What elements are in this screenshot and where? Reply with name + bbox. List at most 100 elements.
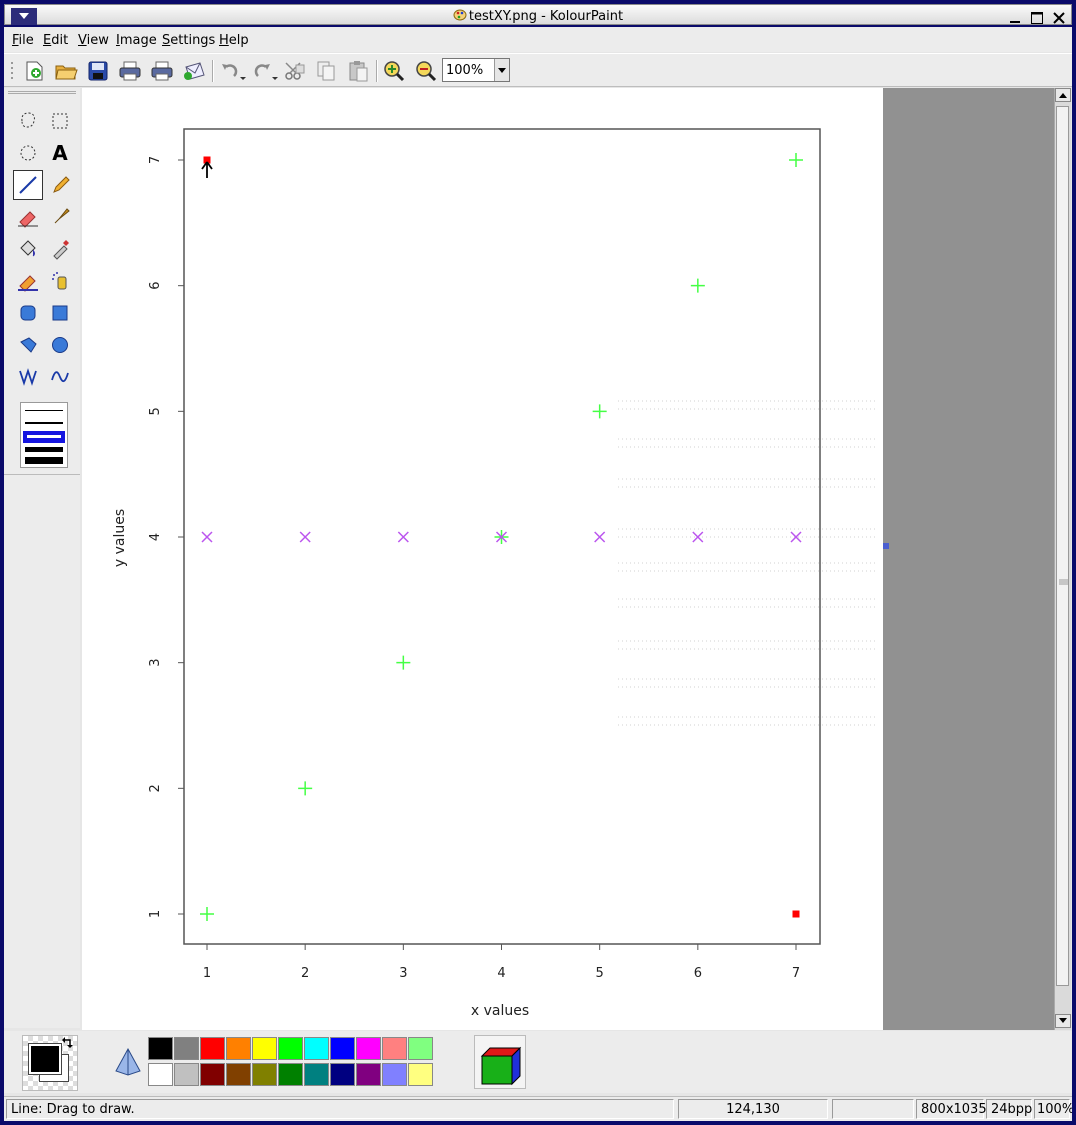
mail-button[interactable]: [182, 60, 206, 82]
status-coords: 124,130: [678, 1099, 828, 1119]
eraser-tool[interactable]: [13, 202, 43, 232]
toolbar-grip-icon[interactable]: [10, 60, 16, 82]
line-width-2[interactable]: [25, 422, 63, 424]
palette-swatch[interactable]: [200, 1063, 225, 1086]
plus-point: [298, 781, 313, 796]
x-point: [594, 531, 606, 543]
status-selection: [832, 1099, 914, 1119]
x-tick-label: 2: [301, 966, 309, 981]
pen-tool[interactable]: [45, 170, 75, 200]
menu-view[interactable]: View: [78, 33, 109, 48]
line-width-4[interactable]: [25, 447, 63, 452]
vertical-scrollbar[interactable]: [1054, 88, 1071, 1030]
palette-swatch[interactable]: [174, 1063, 199, 1086]
close-button[interactable]: [1051, 10, 1067, 26]
toolbar-separator: [212, 60, 214, 82]
menu-help[interactable]: Help: [219, 33, 249, 48]
palette-swatch[interactable]: [200, 1037, 225, 1060]
zoom-value[interactable]: 100%: [446, 63, 483, 78]
rounded-rect-tool[interactable]: [13, 298, 43, 328]
cut-button[interactable]: [282, 60, 306, 82]
print-button[interactable]: [118, 60, 142, 82]
rect-tool[interactable]: [45, 298, 75, 328]
palette-swatch[interactable]: [330, 1037, 355, 1060]
palette-swatch[interactable]: [304, 1037, 329, 1060]
line-width-3-selected[interactable]: [23, 431, 65, 443]
save-button[interactable]: [86, 60, 110, 82]
scroll-up-button[interactable]: [1055, 88, 1071, 102]
palette-swatch[interactable]: [382, 1063, 407, 1086]
new-button[interactable]: [22, 60, 46, 82]
undo-button[interactable]: [218, 60, 248, 82]
free-select-tool[interactable]: [13, 106, 43, 136]
palette-swatch[interactable]: [148, 1037, 173, 1060]
plus-point: [396, 655, 411, 670]
palette-swatch[interactable]: [148, 1063, 173, 1086]
toolbox-grip-icon[interactable]: [8, 90, 76, 95]
zoom-dropdown-button[interactable]: [494, 59, 509, 81]
scroll-down-button[interactable]: [1055, 1014, 1071, 1028]
color-similarity-icon[interactable]: [114, 1047, 142, 1077]
ellipse-select-tool[interactable]: [13, 138, 43, 168]
palette-swatch[interactable]: [304, 1063, 329, 1086]
palette-swatch[interactable]: [252, 1037, 277, 1060]
line-width-5[interactable]: [25, 457, 63, 464]
plot-image[interactable]: 1 2 3 4 5 6 7 1 2 3 4 5 6 7 x values y values: [82, 88, 883, 1030]
palette-swatch[interactable]: [226, 1063, 251, 1086]
copy-button[interactable]: [314, 60, 338, 82]
foreground-color-swatch[interactable]: [28, 1043, 62, 1075]
image-canvas[interactable]: 1 2 3 4 5 6 7 1 2 3 4 5 6 7 x values y values: [82, 88, 883, 1030]
cut-icon: [285, 62, 305, 80]
color-eraser-tool[interactable]: [13, 266, 43, 296]
polyline-tool[interactable]: [13, 362, 43, 392]
flood-fill-tool[interactable]: [13, 234, 43, 264]
minimize-button[interactable]: [1007, 10, 1023, 26]
palette-swatch[interactable]: [252, 1063, 277, 1086]
palette-swatch[interactable]: [408, 1037, 433, 1060]
dotted-artifact-lines: [618, 400, 878, 726]
swap-colors-icon[interactable]: [61, 1036, 75, 1050]
grip-icon: [1059, 579, 1068, 585]
3d-cube-button[interactable]: [474, 1035, 526, 1089]
line-width-chooser[interactable]: [20, 402, 68, 468]
palette-swatch[interactable]: [408, 1063, 433, 1086]
curve-tool[interactable]: [45, 362, 75, 392]
ellipse-tool[interactable]: [45, 330, 75, 360]
paste-button[interactable]: [346, 60, 370, 82]
polygon-tool[interactable]: [13, 330, 43, 360]
palette-swatch[interactable]: [330, 1063, 355, 1086]
menu-edit-label: Edit: [43, 33, 69, 48]
title-bar[interactable]: testXY.png - KolourPaint: [0, 0, 1076, 27]
maximize-button[interactable]: [1029, 10, 1045, 26]
palette-swatch[interactable]: [278, 1037, 303, 1060]
plus-point: [200, 907, 214, 921]
open-button[interactable]: [54, 60, 78, 82]
scroll-thumb[interactable]: [1056, 106, 1069, 986]
text-tool[interactable]: A: [45, 138, 75, 168]
line-width-1[interactable]: [25, 410, 63, 411]
zoom-in-button[interactable]: [382, 60, 406, 82]
color-box[interactable]: [22, 1035, 78, 1091]
line-tool[interactable]: [13, 170, 43, 200]
spraycan-tool[interactable]: [45, 266, 75, 296]
palette-swatch[interactable]: [226, 1037, 251, 1060]
palette-swatch[interactable]: [382, 1037, 407, 1060]
print-preview-button[interactable]: [150, 60, 174, 82]
redo-button[interactable]: [250, 60, 280, 82]
rect-select-tool[interactable]: [45, 106, 75, 136]
window-title-text: testXY.png - KolourPaint: [468, 9, 624, 24]
palette-swatch[interactable]: [356, 1037, 381, 1060]
palette-swatch[interactable]: [356, 1063, 381, 1086]
color-picker-tool[interactable]: [45, 234, 75, 264]
zoom-out-button[interactable]: [414, 60, 438, 82]
canvas-scroll-area[interactable]: 1 2 3 4 5 6 7 1 2 3 4 5 6 7 x values y values: [82, 88, 1054, 1030]
canvas-resize-handle[interactable]: [883, 543, 889, 549]
palette-swatch[interactable]: [174, 1037, 199, 1060]
menu-edit[interactable]: Edit: [43, 33, 68, 48]
menu-settings[interactable]: Settings: [162, 33, 215, 48]
menu-file[interactable]: File: [12, 33, 34, 48]
palette-swatch[interactable]: [278, 1063, 303, 1086]
zoom-combo[interactable]: 100%: [442, 58, 510, 82]
brush-tool[interactable]: [45, 202, 75, 232]
menu-image[interactable]: Image: [116, 33, 157, 48]
